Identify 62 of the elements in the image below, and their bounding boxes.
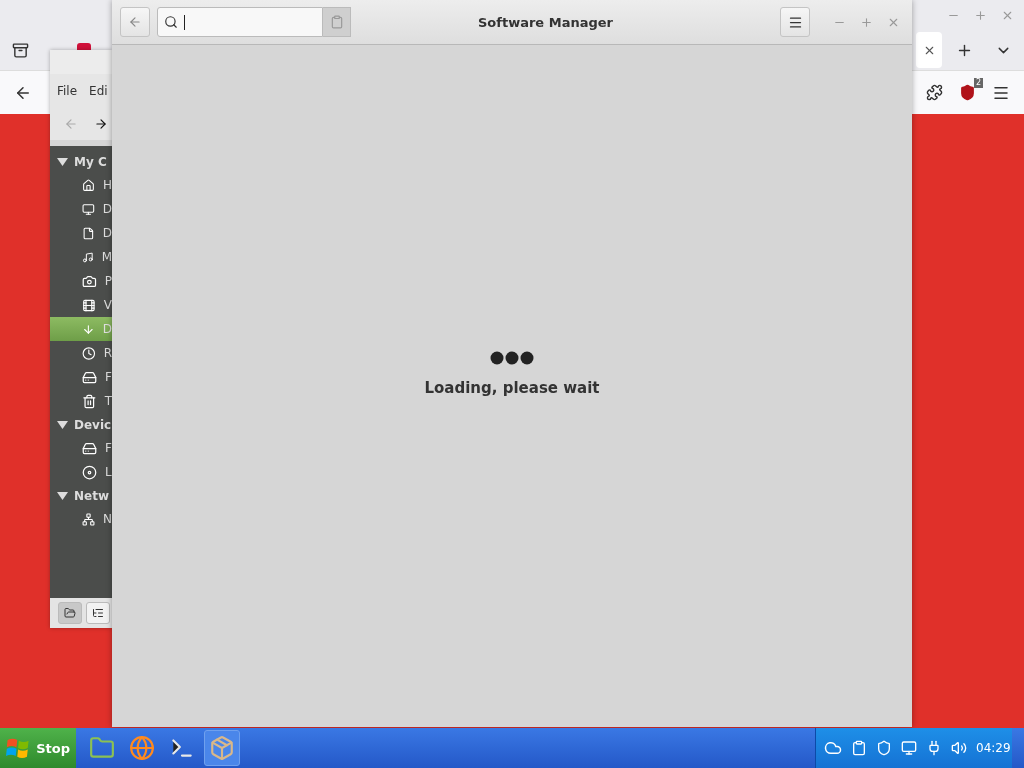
window-title: Software Manager <box>477 14 614 30</box>
clipboard-icon <box>329 15 344 29</box>
volume-icon[interactable] <box>951 740 967 756</box>
cloud-icon[interactable] <box>824 739 842 757</box>
search-icon <box>164 15 178 29</box>
sidebar-item[interactable]: M <box>50 245 112 269</box>
shield-icon[interactable] <box>959 84 976 101</box>
expander-icon[interactable] <box>57 157 68 166</box>
document-icon <box>82 225 95 241</box>
search-field[interactable] <box>157 7 323 37</box>
monitor-icon[interactable] <box>901 740 917 756</box>
section-heading: My C <box>74 154 107 169</box>
film-icon <box>82 297 96 313</box>
section-heading: Netw <box>74 488 109 503</box>
plug-icon[interactable] <box>926 740 942 756</box>
disc-icon <box>82 464 97 480</box>
loading-message: Loading, please wait <box>424 379 600 397</box>
tree-button[interactable] <box>86 602 110 624</box>
places-button[interactable] <box>58 602 82 624</box>
sidebar-item[interactable]: T <box>50 389 112 413</box>
shield-icon[interactable] <box>876 740 892 756</box>
sidebar-item[interactable]: V <box>50 293 112 317</box>
sidebar-item[interactable]: P <box>50 269 112 293</box>
network-icon <box>82 511 95 527</box>
drive-icon <box>82 369 97 385</box>
trash-icon <box>82 393 97 409</box>
menu-button[interactable] <box>780 7 810 37</box>
section-heading: Devic <box>74 417 112 432</box>
expander-icon[interactable] <box>57 491 68 500</box>
clock-icon <box>82 345 96 361</box>
sidebar-item[interactable]: R <box>50 341 112 365</box>
loading-spinner-icon <box>490 351 534 365</box>
clock[interactable]: 04:29 <box>976 741 1011 755</box>
puzzle-icon[interactable] <box>926 84 943 101</box>
drive-icon <box>82 440 97 456</box>
clipboard-icon[interactable] <box>851 740 867 756</box>
camera-icon <box>82 273 97 289</box>
globe-icon <box>129 735 155 761</box>
monitor-icon <box>82 201 95 217</box>
package-icon <box>209 735 235 761</box>
back-icon <box>128 15 142 29</box>
tree-icon <box>92 607 104 619</box>
menu-item[interactable]: File <box>57 84 78 98</box>
start-button[interactable]: Stop <box>0 728 76 768</box>
menu-icon <box>787 14 803 30</box>
count-badge: 2 <box>973 78 983 88</box>
sidebar-item[interactable]: D <box>50 221 112 245</box>
sidebar-item[interactable]: D <box>50 197 112 221</box>
sidebar-item[interactable]: H <box>50 173 112 197</box>
sidebar-item[interactable]: L <box>50 460 112 484</box>
tab-list-icon[interactable] <box>12 41 29 59</box>
folder-icon <box>89 735 115 761</box>
sidebar-item[interactable]: F <box>50 365 112 389</box>
expander-icon[interactable] <box>57 420 68 429</box>
maximize-icon[interactable] <box>860 15 873 29</box>
menu-item[interactable]: Edi <box>89 84 108 98</box>
sidebar-item[interactable]: N <box>50 507 112 531</box>
forward-icon[interactable] <box>94 117 108 131</box>
sidebar-item[interactable]: F <box>50 436 112 460</box>
folder-icon <box>64 607 76 619</box>
home-icon <box>82 177 95 193</box>
maximize-icon[interactable] <box>974 8 987 22</box>
